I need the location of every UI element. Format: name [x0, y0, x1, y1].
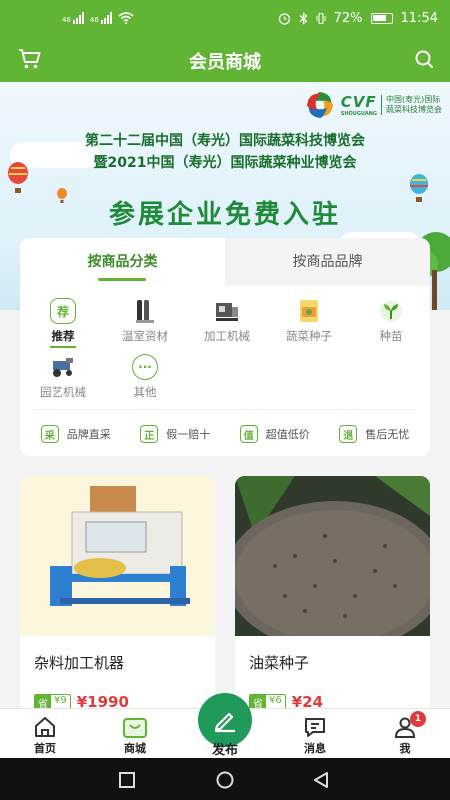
product-card[interactable]: 杂料加工机器 省 ¥9 ¥1990 — [20, 476, 215, 716]
nav-messages[interactable]: 消息 — [280, 715, 350, 756]
logo-subtext: SHOUGUANG — [340, 111, 377, 117]
guarantee-item: 正 假一赔十 — [140, 425, 210, 443]
battery-percent: 72% — [333, 11, 363, 26]
service-guarantees: 采 品牌直采 正 假一赔十 值 超值低价 退 售后无忧 — [20, 414, 430, 454]
wifi-icon — [118, 12, 134, 24]
recent-apps-icon[interactable] — [118, 771, 136, 789]
category-label: 种苗 — [379, 329, 403, 343]
category-panel: 按商品分类 按商品品牌 荐 推荐 温室资材 加工机械 蔬菜种子 种苗 园艺机械 … — [20, 238, 430, 456]
banner-line-1: 第二十二届中国（寿光）国际蔬菜科技博览会 — [85, 133, 365, 149]
app-screen: 46 46 72% 11:54 会员商城 CVF SHOUGUANG 中国(寿光… — [0, 0, 450, 800]
logo-cn-line-1: 中国(寿光)国际 — [386, 95, 441, 104]
category-processing-machine[interactable]: 加工机械 — [186, 298, 268, 344]
publish-icon — [214, 712, 235, 733]
bluetooth-icon — [299, 12, 308, 25]
system-status: 72% 11:54 — [278, 11, 438, 26]
processing-machine-icon — [214, 298, 240, 324]
guarantee-label: 假一赔十 — [166, 428, 211, 441]
seedling-icon — [378, 298, 404, 324]
selected-underline — [50, 346, 76, 348]
authentic-icon: 正 — [140, 425, 159, 443]
tab-by-brand[interactable]: 按商品品牌 — [225, 238, 430, 286]
signal-indicators: 46 46 — [62, 12, 134, 24]
product-name: 油菜种子 — [249, 654, 310, 672]
logo-chinese-name: 中国(寿光)国际 蔬菜科技博览会 — [381, 95, 442, 115]
banner-line-2: 暨2021中国（寿光）国际蔬菜种业博览会 — [93, 155, 357, 171]
nav-label: 商城 — [124, 742, 146, 755]
category-label: 推荐 — [51, 329, 75, 343]
app-bar: 会员商城 — [0, 38, 450, 82]
mall-icon — [123, 718, 147, 738]
product-card[interactable]: 油菜种子 省 ¥6 ¥24 — [235, 476, 430, 716]
nav-label: 首页 — [34, 742, 56, 755]
system-nav-bar — [0, 758, 450, 800]
signal-label-2: 46 — [89, 16, 99, 24]
greenhouse-material-icon — [132, 298, 158, 324]
signal-icon — [100, 12, 112, 24]
hot-air-balloon-icon — [8, 162, 28, 193]
guarantee-item: 退 售后无忧 — [339, 425, 409, 443]
category-label: 加工机械 — [204, 329, 250, 343]
search-icon[interactable] — [414, 49, 434, 69]
vegetable-seeds-icon — [296, 298, 322, 324]
value-icon: 值 — [239, 425, 258, 443]
clock: 11:54 — [400, 11, 438, 26]
guarantee-label: 售后无忧 — [365, 428, 410, 441]
notification-badge: 1 — [410, 711, 426, 727]
nav-mall[interactable]: 商城 — [100, 715, 170, 756]
page-title: 会员商城 — [189, 52, 261, 73]
product-image — [20, 476, 215, 636]
garden-machine-icon — [50, 354, 76, 380]
guarantee-item: 值 超值低价 — [239, 425, 310, 443]
recommend-icon: 荐 — [50, 298, 76, 324]
category-greenhouse-material[interactable]: 温室资材 — [104, 298, 186, 344]
nav-home[interactable]: 首页 — [10, 715, 80, 756]
product-image — [235, 476, 430, 636]
home-circle-icon[interactable] — [215, 771, 235, 789]
category-garden-machine[interactable]: 园艺机械 — [22, 354, 104, 400]
nav-label: 消息 — [304, 742, 326, 755]
guarantee-item: 采 品牌直采 — [40, 425, 111, 443]
divider — [34, 409, 416, 410]
signal-icon — [72, 12, 84, 24]
back-icon[interactable] — [312, 771, 330, 789]
bottom-nav: 首页 商城 发布 消息 我 1 — [0, 693, 450, 758]
guarantee-label: 品牌直采 — [66, 428, 111, 441]
category-label: 温室资材 — [122, 329, 168, 343]
category-label: 园艺机械 — [40, 385, 86, 399]
category-vegetable-seeds[interactable]: 蔬菜种子 — [268, 298, 350, 344]
category-label: 蔬菜种子 — [286, 329, 332, 343]
brand-direct-icon: 采 — [40, 425, 59, 443]
vibrate-icon — [316, 12, 326, 25]
status-bar: 46 46 72% 11:54 — [0, 0, 450, 38]
logo-text: CVF — [340, 93, 377, 111]
category-other[interactable]: ··· 其他 — [104, 354, 186, 400]
category-label: 其他 — [133, 385, 157, 399]
category-recommend[interactable]: 荐 推荐 — [22, 298, 104, 348]
banner-headline: 参展企业免费入驻 — [108, 200, 341, 230]
active-tab-indicator — [98, 278, 146, 281]
alarm-icon — [278, 13, 290, 25]
logo-wordmark: CVF SHOUGUANG — [341, 93, 377, 117]
home-icon — [35, 717, 55, 737]
message-icon — [305, 718, 325, 737]
battery-icon — [370, 13, 393, 24]
nav-label: 我 — [399, 742, 411, 755]
expo-logo: CVF SHOUGUANG 中国(寿光)国际 蔬菜科技博览会 — [303, 88, 442, 122]
guarantee-label: 超值低价 — [265, 428, 310, 441]
more-icon: ··· — [132, 354, 158, 380]
publish-label[interactable]: 发布 — [190, 739, 260, 758]
signal-label-1: 46 — [62, 16, 71, 24]
return-icon: 退 — [339, 425, 358, 443]
category-seedling[interactable]: 种苗 — [350, 298, 430, 344]
swirl-logo-icon — [306, 92, 333, 118]
nav-profile[interactable]: 我 1 — [370, 711, 440, 756]
logo-cn-line-2: 蔬菜科技博览会 — [386, 105, 442, 114]
category-tabs: 按商品分类 按商品品牌 — [20, 238, 430, 286]
product-name: 杂料加工机器 — [34, 654, 125, 672]
